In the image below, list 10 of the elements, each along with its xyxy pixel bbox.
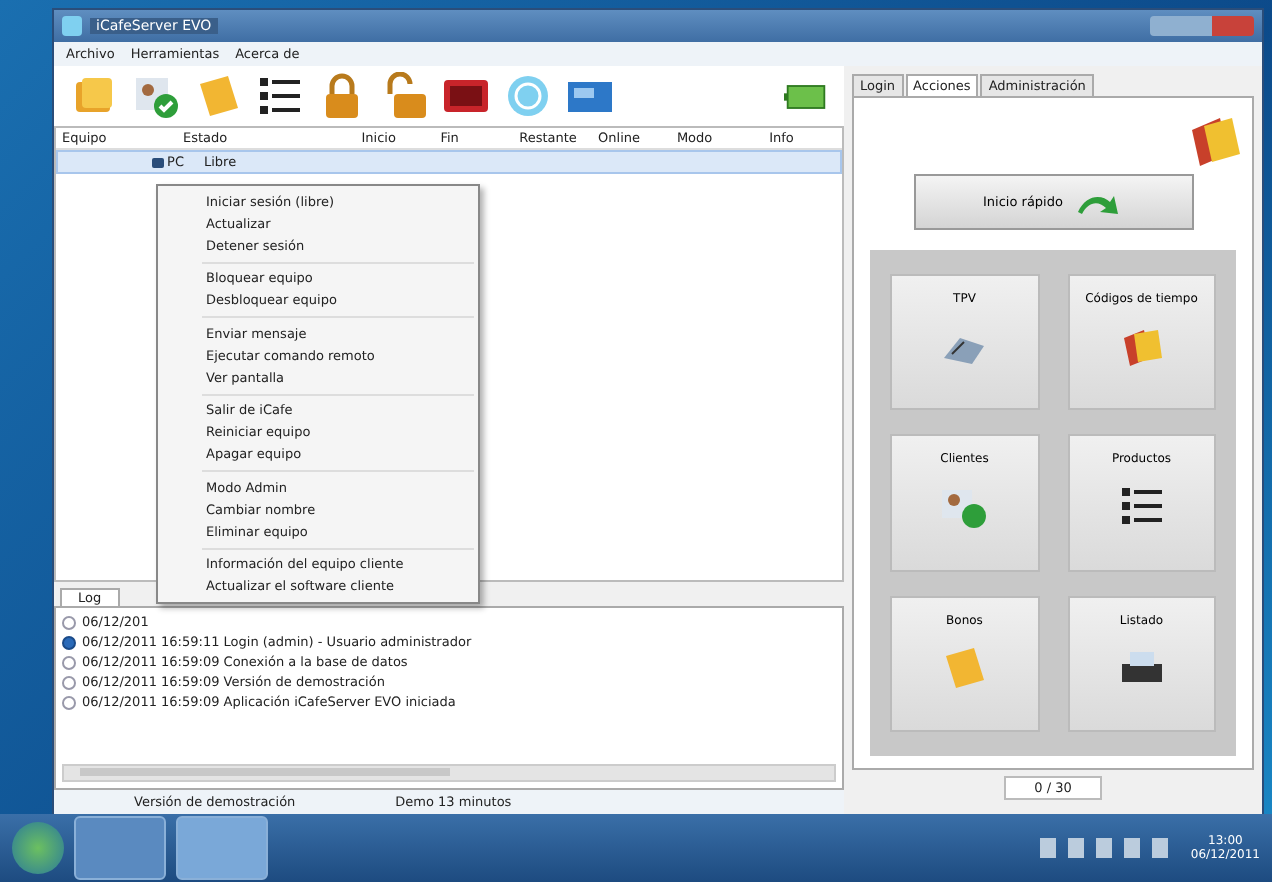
- note-icon: [940, 643, 989, 692]
- list-icon[interactable]: [256, 72, 304, 120]
- window-controls[interactable]: [1150, 16, 1254, 36]
- computer-icon: [151, 157, 164, 167]
- user-check-icon[interactable]: [132, 72, 180, 120]
- horizontal-scrollbar[interactable]: [62, 764, 836, 782]
- app-icon: [62, 16, 82, 36]
- note-icon[interactable]: [194, 72, 242, 120]
- start-button[interactable]: [12, 822, 64, 874]
- battery-icon[interactable]: [784, 83, 828, 109]
